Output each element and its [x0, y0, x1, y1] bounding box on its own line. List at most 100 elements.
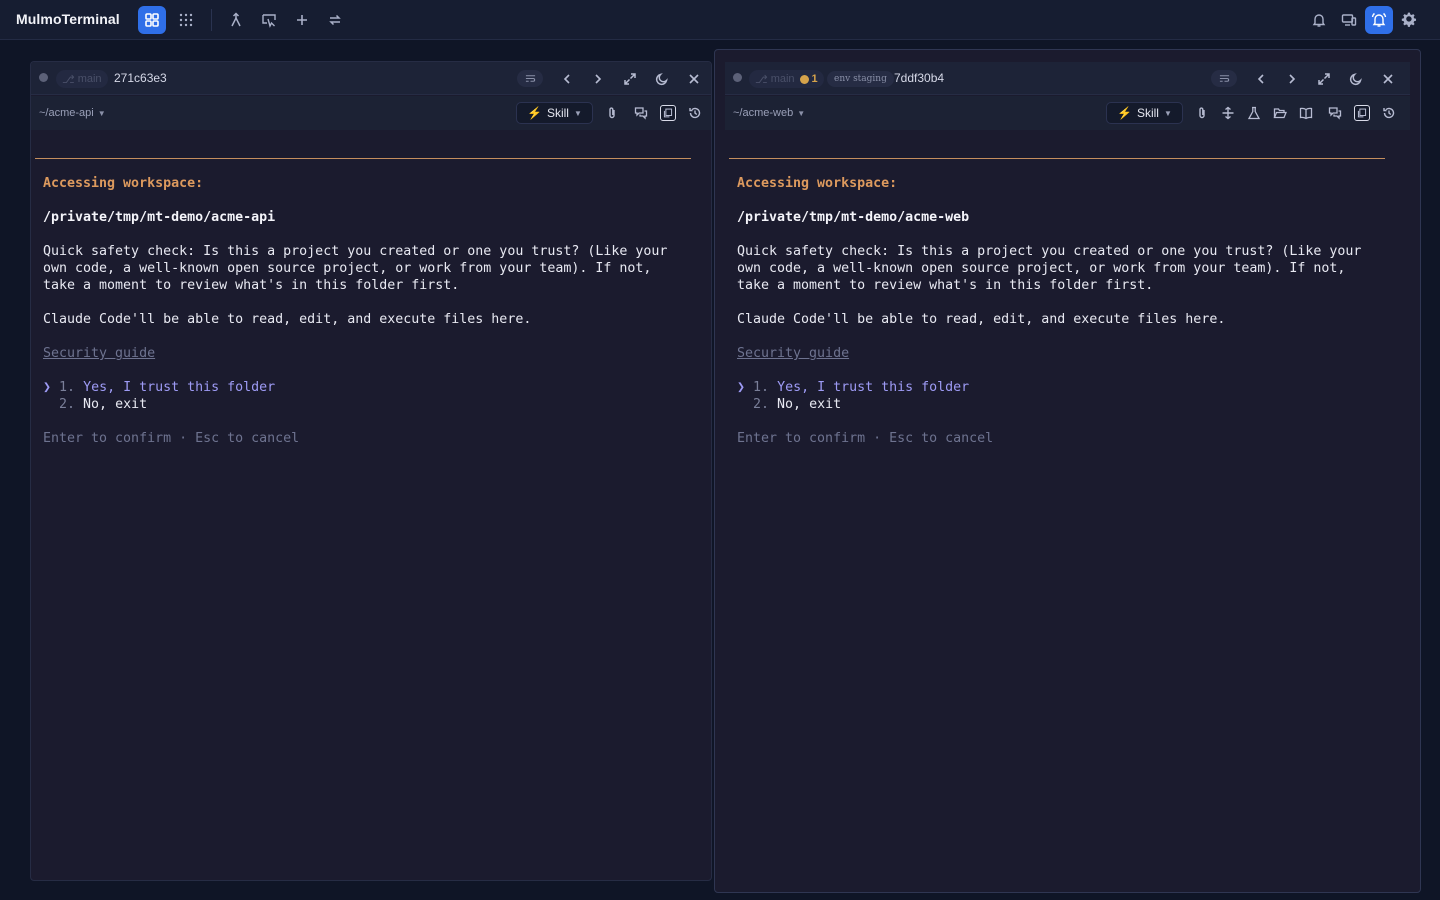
- session-status-dot: [39, 73, 48, 82]
- git-branch-badge[interactable]: ⎇ main: [56, 70, 108, 88]
- permissions-text: Claude Code'll be able to read, edit, an…: [737, 312, 1226, 327]
- copy-icon: [1357, 108, 1367, 118]
- close-icon: [1383, 74, 1393, 84]
- confirm-hint: Enter to confirm · Esc to cancel: [737, 431, 994, 446]
- open-folder-button[interactable]: [1270, 103, 1290, 123]
- close-pane-button[interactable]: [1377, 68, 1399, 90]
- terminal-output[interactable]: Accessing workspace: /private/tmp/mt-dem…: [729, 158, 1410, 892]
- terminal-rule: [729, 158, 1385, 159]
- wrap-toggle[interactable]: [517, 70, 543, 87]
- apps-grid-button[interactable]: [172, 6, 200, 34]
- safety-text-line: own code, a well-known open source proje…: [43, 261, 652, 276]
- terminal-pane-right[interactable]: ⎇ main 1 env staging 7ddf30b4 ~/acme-web…: [714, 49, 1421, 893]
- chat-bubbles-icon: [1328, 107, 1342, 120]
- expand-icon: [624, 73, 636, 85]
- copy-mode-toggle[interactable]: [660, 105, 676, 121]
- chat-button[interactable]: [631, 103, 651, 123]
- selection-cursor: ❯: [737, 380, 746, 395]
- sleep-button[interactable]: [651, 68, 673, 90]
- close-icon: [689, 74, 699, 84]
- swap-button[interactable]: [321, 6, 349, 34]
- cwd-label: ~/acme-web: [733, 107, 794, 119]
- next-session-button[interactable]: [1281, 68, 1303, 90]
- settings-button[interactable]: [1395, 6, 1423, 34]
- cwd-label: ~/acme-api: [39, 107, 94, 119]
- merge-icon: [231, 12, 241, 27]
- chevron-down-icon: ▼: [1163, 108, 1172, 118]
- pane-header: ⎇ main 271c63e3: [31, 62, 711, 95]
- paperclip-icon: [609, 107, 615, 119]
- maximize-button[interactable]: [619, 68, 641, 90]
- chevron-right-icon: [595, 74, 602, 84]
- lab-button[interactable]: [1244, 103, 1264, 123]
- workspace-heading: Accessing workspace:: [43, 176, 204, 191]
- attach-button[interactable]: [602, 103, 622, 123]
- cwd-selector[interactable]: ~/acme-web ▼: [733, 107, 805, 119]
- safety-text-line: take a moment to review what's in this f…: [737, 278, 1154, 293]
- devices-icon: [1341, 14, 1357, 26]
- option-trust[interactable]: ❯ 1. Yes, I trust this folder: [737, 379, 969, 396]
- prev-session-button[interactable]: [556, 68, 578, 90]
- strikethrough-button[interactable]: [1218, 103, 1238, 123]
- option-number: 1.: [59, 380, 76, 395]
- wrap-toggle[interactable]: [1211, 70, 1237, 87]
- session-id: 271c63e3: [114, 71, 167, 85]
- alerts-toggle-button[interactable]: [1365, 6, 1393, 34]
- settings-icon: [1401, 12, 1417, 27]
- chevron-left-icon: [563, 74, 570, 84]
- branch-name: main: [770, 73, 795, 85]
- skill-dropdown[interactable]: ⚡ Skill ▼: [1106, 102, 1183, 124]
- option-label: No, exit: [83, 397, 148, 412]
- terminal-output[interactable]: Accessing workspace: /private/tmp/mt-dem…: [35, 158, 711, 880]
- session-status-dot: [733, 73, 742, 82]
- security-guide-link[interactable]: Security guide: [43, 345, 155, 362]
- history-icon: [1383, 107, 1395, 119]
- sleep-button[interactable]: [1345, 68, 1367, 90]
- chevron-down-icon: ▼: [573, 108, 582, 118]
- add-button[interactable]: [288, 6, 316, 34]
- safety-text-line: take a moment to review what's in this f…: [43, 278, 460, 293]
- cwd-selector[interactable]: ~/acme-api ▼: [39, 107, 106, 119]
- flask-icon: [1247, 106, 1261, 120]
- git-branch-badge[interactable]: ⎇ main 1: [749, 70, 824, 88]
- grid-layout-button[interactable]: [138, 6, 166, 34]
- moon-icon: [1349, 73, 1362, 86]
- safety-text-line: Quick safety check: Is this a project yo…: [737, 244, 1362, 259]
- devices-button[interactable]: [1335, 6, 1363, 34]
- paperclip-icon: [1199, 107, 1205, 119]
- close-pane-button[interactable]: [683, 68, 705, 90]
- pointer-off-button[interactable]: [255, 6, 283, 34]
- next-session-button[interactable]: [587, 68, 609, 90]
- workspace-path: /private/tmp/mt-demo/acme-api: [43, 210, 276, 225]
- option-exit[interactable]: 2. No, exit: [43, 396, 147, 413]
- plus-icon: [297, 15, 307, 25]
- session-id: 7ddf30b4: [894, 71, 945, 85]
- safety-text-line: own code, a well-known open source proje…: [737, 261, 1346, 276]
- copy-mode-toggle[interactable]: [1354, 105, 1370, 121]
- notifications-button[interactable]: [1305, 6, 1333, 34]
- merge-button[interactable]: [222, 6, 250, 34]
- safety-text-line: Quick safety check: Is this a project yo…: [43, 244, 668, 259]
- branch-icon: ⎇: [755, 73, 768, 86]
- terminal-pane-left[interactable]: ⎇ main 271c63e3 ~/acme-api ▼ ⚡ Skill ▼ A…: [30, 61, 712, 881]
- selection-cursor: ❯: [43, 380, 52, 395]
- option-label: Yes, I trust this folder: [777, 380, 970, 395]
- apps-grid-icon: [179, 13, 193, 27]
- moon-icon: [655, 73, 668, 86]
- chat-button[interactable]: [1325, 103, 1345, 123]
- prev-session-button[interactable]: [1250, 68, 1272, 90]
- option-trust[interactable]: ❯ 1. Yes, I trust this folder: [43, 379, 275, 396]
- security-guide-link[interactable]: Security guide: [737, 345, 849, 362]
- attach-button[interactable]: [1192, 103, 1212, 123]
- reader-button[interactable]: [1296, 103, 1316, 123]
- option-number: 2.: [753, 397, 770, 412]
- pointer-off-icon: [262, 14, 276, 28]
- skill-dropdown[interactable]: ⚡ Skill ▼: [516, 102, 593, 124]
- bell-ringing-icon: [1371, 12, 1387, 27]
- history-button[interactable]: [1379, 103, 1399, 123]
- history-button[interactable]: [685, 103, 705, 123]
- option-number: 1.: [753, 380, 770, 395]
- book-open-icon: [1299, 107, 1313, 120]
- maximize-button[interactable]: [1313, 68, 1335, 90]
- option-exit[interactable]: 2. No, exit: [737, 396, 841, 413]
